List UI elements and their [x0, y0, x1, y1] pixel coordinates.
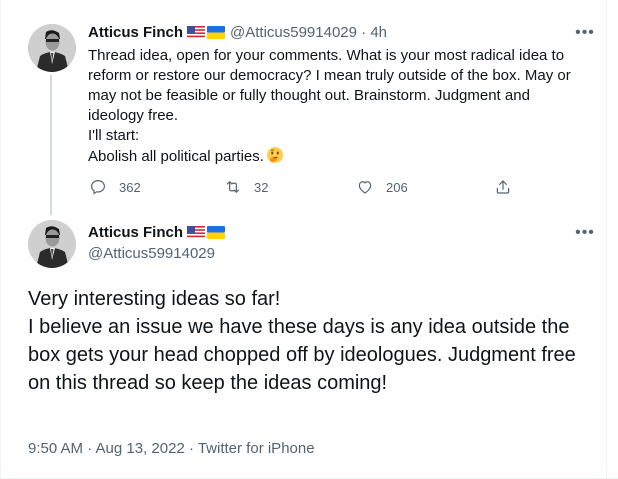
tweet-body: Thread idea, open for your comments. Wha… [88, 46, 588, 167]
author-handle[interactable]: @Atticus59914029 [88, 245, 215, 262]
retweet-icon [226, 181, 240, 193]
tweet-timestamp[interactable]: 9:50 AM · Aug 13, 2022 · Twitter for iPh… [28, 440, 315, 457]
avatar-photo-icon [28, 24, 76, 72]
reply-icon [91, 180, 105, 195]
author-name-text[interactable]: Atticus Finch [88, 224, 183, 241]
tweet-text: Very interesting ideas so far! I believe… [28, 288, 576, 394]
handle-text[interactable]: @Atticus59914029 [88, 245, 215, 262]
share-icon [496, 180, 510, 194]
ukraine-flag-icon [207, 26, 225, 39]
like-button[interactable]: 206 [356, 177, 408, 197]
author-name[interactable]: Atticus Finch [88, 24, 183, 41]
thread-connector-line [50, 75, 52, 215]
avatar[interactable] [28, 220, 76, 268]
tweet-text: Thread idea, open for your comments. Wha… [88, 47, 571, 165]
frame-border-right [606, 0, 607, 479]
us-flag-icon [187, 26, 205, 39]
timestamp-link[interactable]: 4h [370, 24, 387, 41]
more-dots-icon[interactable]: ••• [575, 225, 595, 241]
share-button[interactable] [494, 177, 524, 197]
thinking-face-emoji [266, 147, 283, 163]
reply-button[interactable]: 362 [89, 177, 141, 197]
frame-border-left [0, 0, 1, 479]
retweet-button[interactable]: 32 [224, 177, 268, 197]
like-count: 206 [386, 179, 408, 195]
more-dots-icon[interactable]: ••• [575, 25, 595, 41]
ukraine-flag-icon [207, 226, 225, 239]
reply-count: 362 [119, 179, 141, 195]
avatar-photo-icon [28, 220, 76, 268]
us-flag-icon [187, 226, 205, 239]
heart-icon [358, 181, 372, 194]
handle-text[interactable]: @Atticus59914029 [230, 24, 357, 41]
avatar[interactable] [28, 24, 76, 72]
retweet-count: 32 [254, 179, 269, 195]
separator-dot: · [361, 24, 367, 41]
author-handle[interactable]: @Atticus59914029 · 4h [230, 24, 387, 41]
author-name-text[interactable]: Atticus Finch [88, 24, 183, 41]
author-name[interactable]: Atticus Finch [88, 224, 183, 241]
